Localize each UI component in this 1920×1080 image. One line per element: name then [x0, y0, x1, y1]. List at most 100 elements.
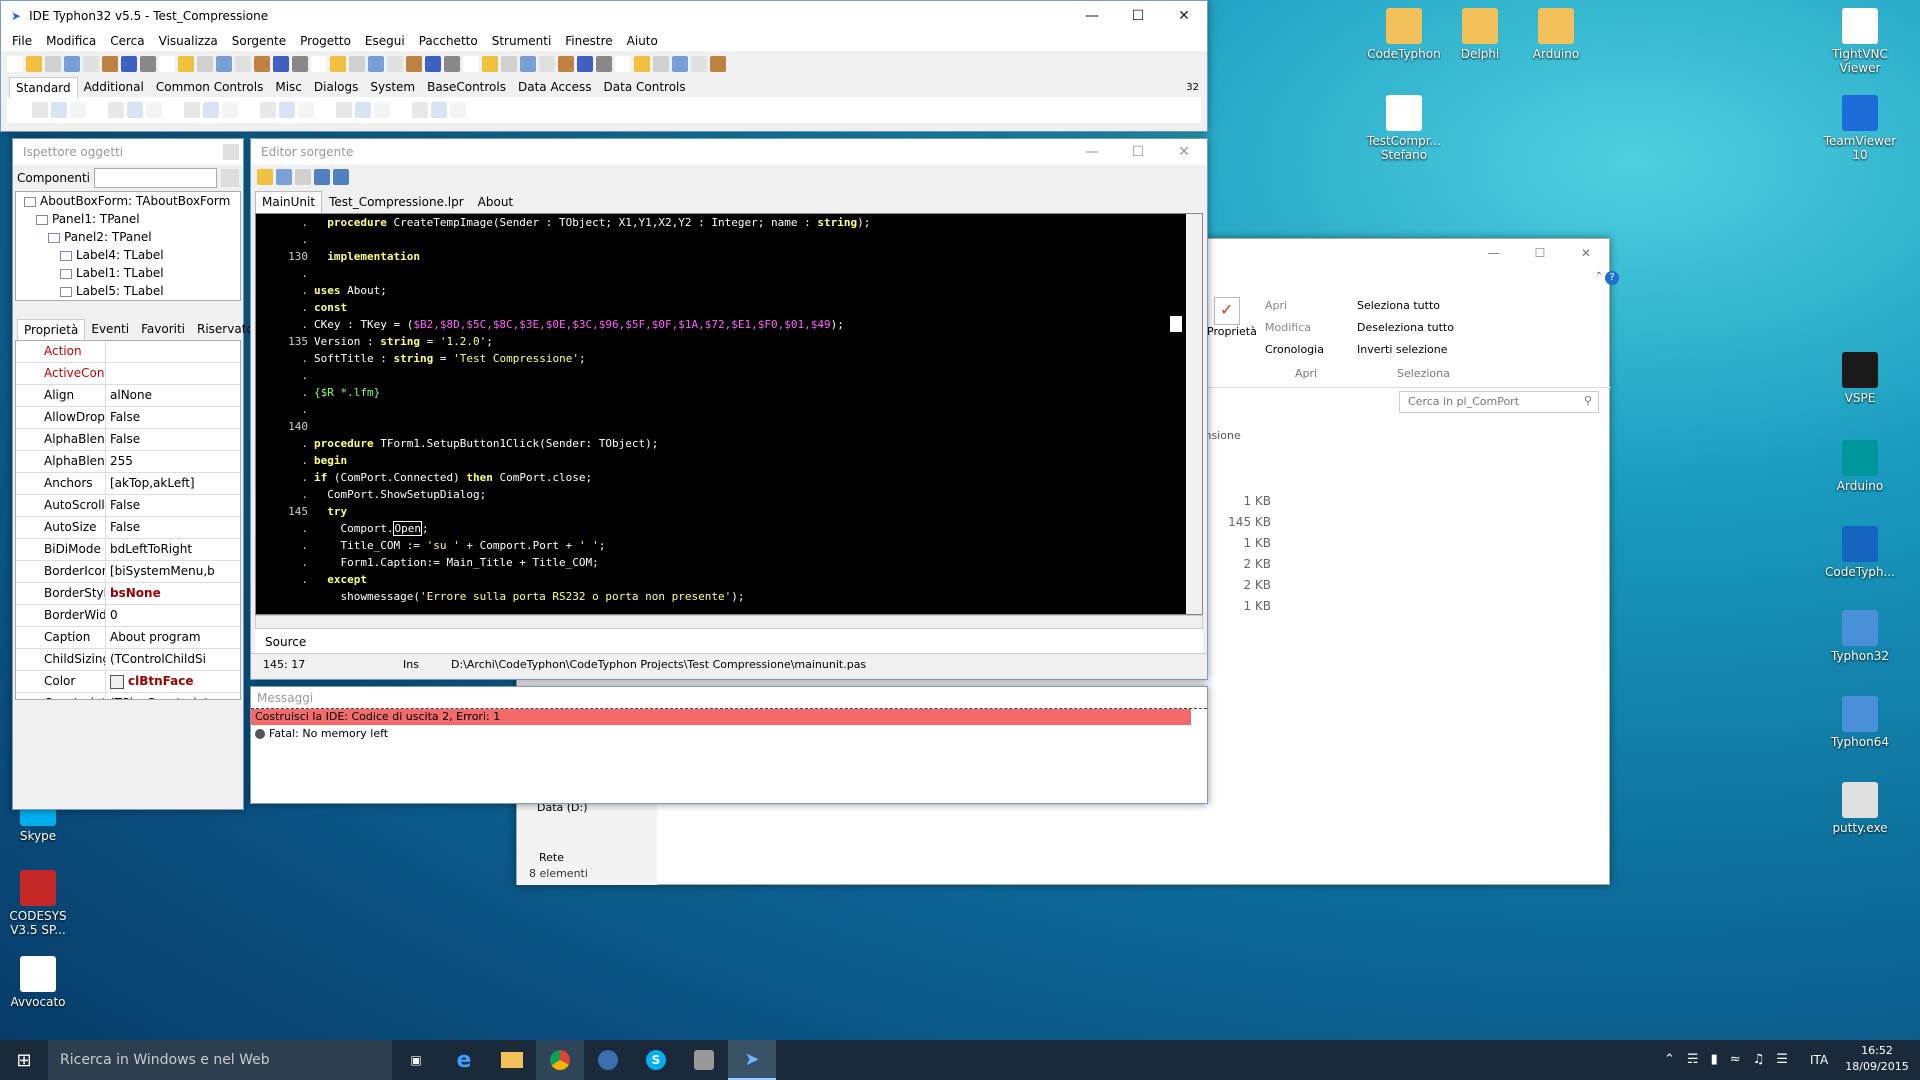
palette-tab-data-controls[interactable]: Data Controls [598, 77, 692, 98]
desktop-icon-putty[interactable]: putty.exe [1822, 782, 1898, 835]
palette-tab-misc[interactable]: Misc [269, 77, 308, 98]
component-tree[interactable]: AboutBoxForm: TAboutBoxForm Panel1: TPane… [15, 191, 241, 301]
toolbar-tool-icon[interactable] [450, 102, 466, 118]
toolbar-tool-icon[interactable] [444, 56, 460, 72]
desktop-icon-vspe[interactable]: VSPE [1822, 352, 1898, 405]
error-message[interactable]: Costruisci la IDE: Codice di uscita 2, E… [251, 709, 1191, 725]
property-row[interactable]: BorderStylebsNone [16, 583, 240, 605]
desktop-icon-codetyph-app[interactable]: CodeTyph... [1822, 526, 1898, 579]
toolbar-tool-icon[interactable] [615, 56, 631, 72]
fatal-message[interactable]: Fatal: No memory left [269, 727, 388, 740]
property-row[interactable]: BorderIcons[biSystemMenu,b [16, 561, 240, 583]
toolbar-tool-icon[interactable] [330, 56, 346, 72]
toolbar-tool-icon[interactable] [51, 102, 67, 118]
toolbar-tool-icon[interactable] [336, 102, 352, 118]
file-explorer-icon[interactable] [488, 1040, 536, 1080]
help-icon[interactable]: ? [1605, 271, 1619, 285]
toolbar-tool-icon[interactable] [520, 56, 536, 72]
menu-item-aiuto[interactable]: Aiuto [620, 34, 665, 48]
vertical-scrollbar[interactable] [1186, 214, 1202, 614]
search-input[interactable]: Cerca in pl_ComPort ⚲ [1399, 391, 1599, 413]
palette-tab-common-controls[interactable]: Common Controls [150, 77, 270, 98]
toolbar-tool-icon[interactable] [317, 102, 333, 118]
toolbar-tool-icon[interactable] [32, 102, 48, 118]
property-row[interactable]: AutoSize False [16, 517, 240, 539]
property-row[interactable]: Anchors [akTop,akLeft] [16, 473, 240, 495]
ribbon-history[interactable]: Cronologia [1265, 343, 1324, 356]
palette-tab-system[interactable]: System [364, 77, 421, 98]
property-row[interactable]: AllowDropFilesFalse [16, 407, 240, 429]
menu-item-visualizza[interactable]: Visualizza [152, 34, 225, 48]
palette-tab-basecontrols[interactable]: BaseControls [421, 77, 512, 98]
menu-item-finestre[interactable]: Finestre [558, 34, 619, 48]
system-tray[interactable]: ⌃ ☴ ▮ ≈ ♫ ☰ [1664, 1052, 1788, 1067]
app-icon[interactable] [680, 1040, 728, 1080]
toolbar-tool-icon[interactable] [184, 102, 200, 118]
toolbar-tool-icon[interactable] [64, 56, 80, 72]
property-row[interactable]: ChildSizing (TControlChildSi [16, 649, 240, 671]
toolbar-tool-icon[interactable] [577, 56, 593, 72]
toolbar-tool-icon[interactable] [7, 56, 23, 72]
toolbar-tool-icon[interactable] [558, 56, 574, 72]
property-value[interactable]: [biSystemMenu,b [106, 561, 240, 582]
toolbar-tool-icon[interactable] [13, 102, 29, 118]
toolbar-tool-icon[interactable] [710, 56, 726, 72]
toolbar-tool-icon[interactable] [412, 102, 428, 118]
palette-tab-dialogs[interactable]: Dialogs [308, 77, 364, 98]
palette-tab-standard[interactable]: Standard [9, 76, 78, 98]
property-row[interactable]: AutoScroll False [16, 495, 240, 517]
chevron-up-icon[interactable]: ⌃ [1595, 271, 1603, 282]
language-indicator[interactable]: ITA [1810, 1053, 1828, 1067]
tree-node[interactable]: Label1: TLabel [20, 264, 240, 282]
toolbar-tool-icon[interactable] [463, 56, 479, 72]
menu-item-esegui[interactable]: Esegui [358, 34, 412, 48]
toolbar-tool-icon[interactable] [691, 56, 707, 72]
property-row[interactable]: Color clBtnFace [16, 671, 240, 693]
toolbar-tool-icon[interactable] [333, 169, 349, 185]
toolbar-tool-icon[interactable] [653, 56, 669, 72]
maximize-icon[interactable]: ☐ [1115, 137, 1161, 167]
desktop-icon-codesys[interactable]: CODESYS V3.5 SP... [0, 870, 76, 937]
toolbar-tool-icon[interactable] [235, 56, 251, 72]
toolbar-tool-icon[interactable] [203, 102, 219, 118]
minimize-icon[interactable]: — [1069, 137, 1115, 167]
close-icon[interactable]: ✕ [1563, 239, 1609, 267]
palette-tab-additional[interactable]: Additional [78, 77, 150, 98]
nav-item-network[interactable]: Rete [539, 851, 564, 864]
clock[interactable]: 16:52 18/09/2015 [1842, 1043, 1912, 1075]
desktop-icon-arduino-folder[interactable]: Arduino [1518, 8, 1594, 61]
toolbar-tool-icon[interactable] [178, 56, 194, 72]
ribbon-properties-button[interactable]: ✓ Proprietà [1207, 297, 1257, 338]
editor-tab[interactable]: About [471, 191, 520, 213]
source-tab[interactable]: Source [255, 629, 1203, 653]
toolbar-tool-icon[interactable] [349, 56, 365, 72]
property-value[interactable]: False [106, 429, 240, 450]
toolbar-tool-icon[interactable] [127, 102, 143, 118]
property-value[interactable]: clBtnFace [106, 671, 240, 692]
property-row[interactable]: AlphaBlend False [16, 429, 240, 451]
maximize-icon[interactable]: ☐ [1115, 1, 1161, 31]
menu-item-modifica[interactable]: Modifica [39, 34, 103, 48]
tree-node[interactable]: Panel1: TPanel [20, 210, 240, 228]
property-row[interactable]: ActiveControl [16, 363, 240, 385]
filter-icon[interactable] [221, 169, 239, 187]
start-button[interactable]: ⊞ [0, 1040, 48, 1080]
property-value[interactable]: 0 [106, 605, 240, 626]
toolbar-tool-icon[interactable] [165, 102, 181, 118]
tree-node[interactable]: Panel2: TPanel [20, 228, 240, 246]
menu-item-sorgente[interactable]: Sorgente [225, 34, 293, 48]
toolbar-tool-icon[interactable] [241, 102, 257, 118]
toolbar-tool-icon[interactable] [197, 56, 213, 72]
property-value[interactable]: (TControlChildSi [106, 649, 240, 670]
editor-tab[interactable]: MainUnit [255, 191, 323, 213]
toolbar-tool-icon[interactable] [298, 102, 314, 118]
property-value[interactable]: False [106, 517, 240, 538]
toolbar-tool-icon[interactable] [254, 56, 270, 72]
code-area[interactable]: . . 130 . . . . 135 . . . . 140 . . . . … [255, 213, 1203, 615]
minimize-icon[interactable]: — [1069, 1, 1115, 31]
toolbar-tool-icon[interactable] [83, 56, 99, 72]
menu-item-file[interactable]: File [5, 34, 39, 48]
property-value[interactable]: bsNone [106, 583, 240, 604]
code-text[interactable]: procedure CreateTempImage(Sender : TObje… [314, 214, 870, 605]
desktop-icon-codetyphon-folder[interactable]: CodeTyphon [1366, 8, 1442, 61]
